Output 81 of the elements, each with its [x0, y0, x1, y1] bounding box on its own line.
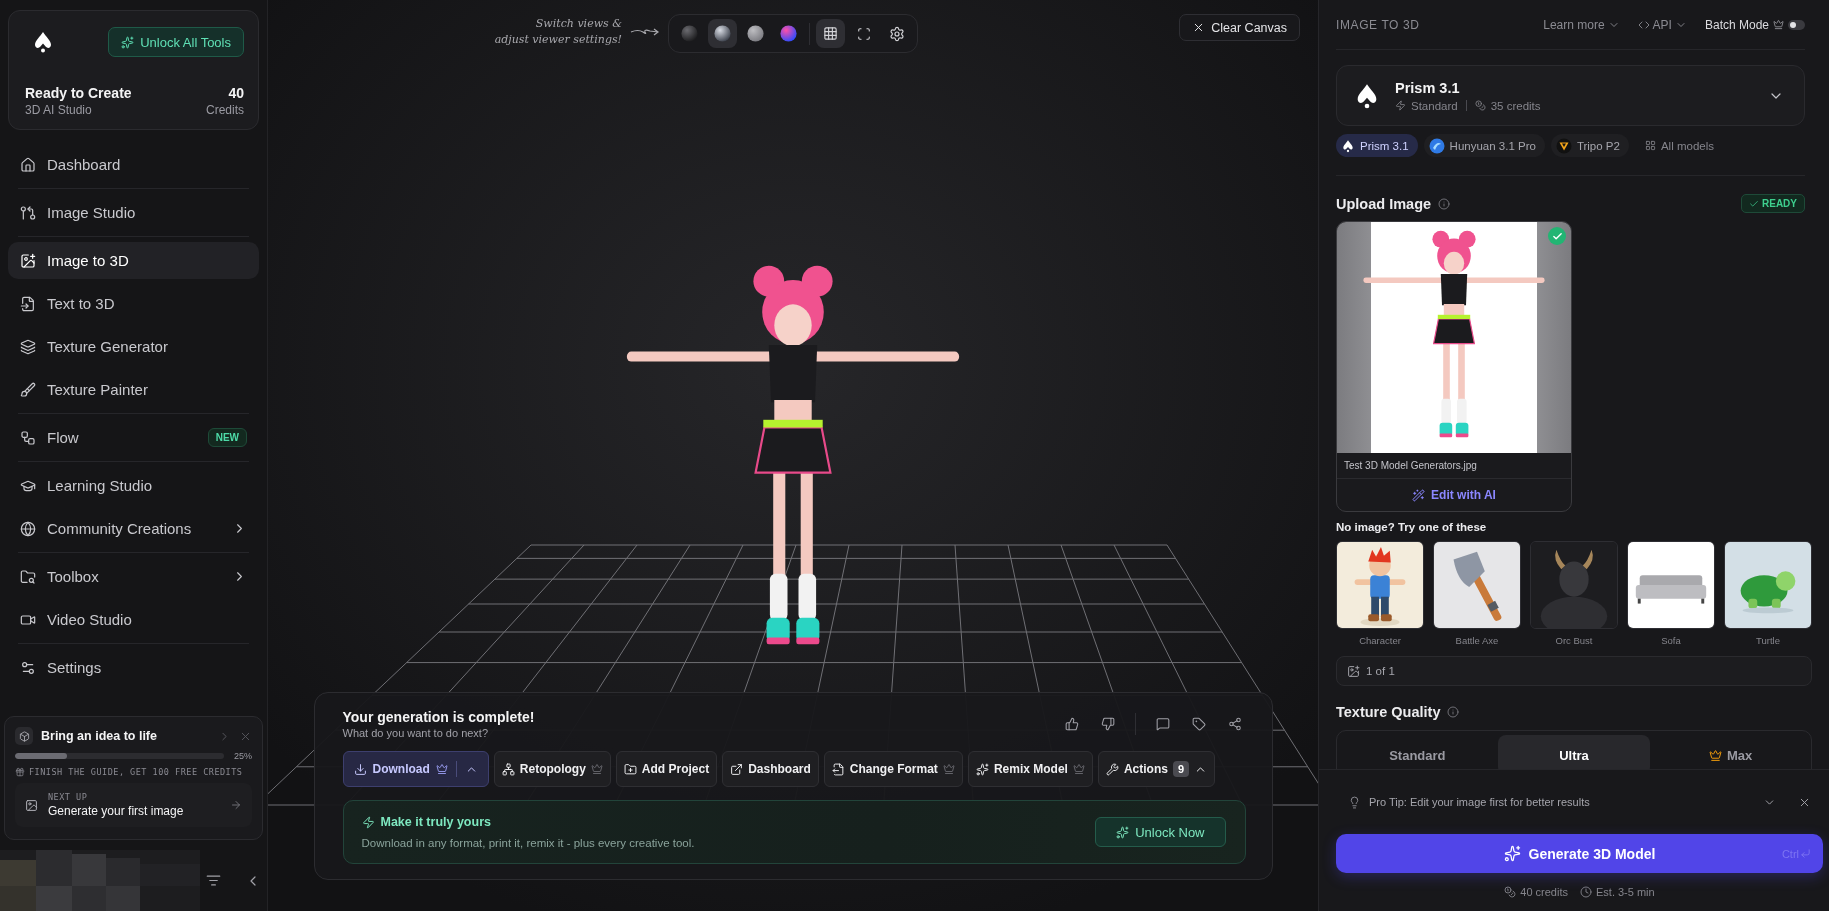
cost-text: 40 credits: [1520, 886, 1568, 898]
texture-quality-title: Texture Quality: [1336, 704, 1441, 720]
upload-title: Upload Image: [1336, 195, 1432, 212]
nav-item[interactable]: Community Creations: [8, 510, 259, 547]
nav-label: Text to 3D: [47, 295, 116, 312]
sample-label: Battle Axe: [1455, 635, 1499, 646]
count-badge: 9: [1172, 761, 1190, 777]
next-label: NEXT UP: [48, 792, 88, 802]
file-name: Test 3D Model Generators.jpg: [1337, 453, 1571, 479]
action-button[interactable]: Actions 9: [1097, 751, 1216, 787]
learn-more-link[interactable]: Learn more: [1543, 17, 1620, 32]
api-link[interactable]: API: [1637, 17, 1687, 32]
result-subtitle: What do you want to do next?: [342, 727, 489, 739]
nav-label: Texture Painter: [47, 381, 149, 398]
action-button[interactable]: Dashboard: [722, 751, 819, 787]
nav-label: Image Studio: [47, 204, 137, 221]
nav-label: Dashboard: [47, 156, 122, 173]
progress-percent: 25%: [234, 751, 252, 761]
nav-label: Texture Generator: [47, 338, 169, 355]
pro-tip: Pro Tip: Edit your image first for better results: [1369, 796, 1591, 808]
nav-label: Image to 3D: [47, 252, 130, 269]
batch-mode-label: Batch Mode: [1704, 17, 1769, 32]
viewer-hint: Switch views & adjust viewer settings!: [494, 16, 622, 48]
nav-item[interactable]: Dashboard: [8, 146, 259, 183]
nav-label: Community Creations: [47, 520, 193, 537]
next-title: Generate your first image: [48, 804, 184, 818]
nav-item[interactable]: Texture Painter: [8, 371, 259, 408]
nav-item[interactable]: Toolbox: [8, 558, 259, 595]
edit-with-ai-button[interactable]: Edit with AI: [1337, 479, 1571, 511]
model-selector[interactable]: Prism 3.1 Standard 35 credits: [1336, 65, 1805, 126]
action-button[interactable]: Remix Model: [967, 751, 1093, 787]
quality-option[interactable]: Max: [1654, 735, 1807, 769]
guide-title: Bring an idea to life: [41, 729, 158, 743]
brand-subtitle: 3D AI Studio: [25, 103, 92, 117]
sample-label: Turtle: [1756, 635, 1780, 646]
nav-item[interactable]: Image Studio: [8, 194, 259, 231]
model-name: Prism 3.1: [1395, 79, 1460, 96]
tier-label: Standard: [1411, 99, 1458, 112]
all-models-button[interactable]: All models: [1638, 138, 1720, 153]
promo-title: Make it truly yours: [361, 815, 491, 829]
ready-badge: READY: [1741, 194, 1805, 213]
samples-title: No image? Try one of these: [1336, 521, 1488, 533]
credits-label: Credits: [206, 103, 244, 117]
guide-note: FINISH THE GUIDE, GET 100 FREE CREDITS: [29, 767, 243, 777]
brand-title: Ready to Create: [25, 85, 132, 101]
unlock-now-button[interactable]: Unlock Now: [1095, 817, 1226, 847]
new-badge: NEW: [207, 428, 247, 447]
quality-option[interactable]: Standard: [1341, 735, 1494, 769]
estimate-text: Est. 3-5 min: [1596, 886, 1655, 898]
nav-item[interactable]: Learning Studio: [8, 467, 259, 504]
action-button[interactable]: Add Project: [615, 751, 718, 787]
nav-item[interactable]: Texture Generator: [8, 328, 259, 365]
clear-canvas-button[interactable]: Clear Canvas: [1179, 14, 1300, 41]
sample-label: Sofa: [1661, 635, 1681, 646]
nav-item[interactable]: Text to 3D: [8, 285, 259, 322]
quality-option[interactable]: Ultra: [1497, 735, 1651, 769]
promo-text: Download in any format, print it, remix it - plus every creative tool.: [361, 837, 695, 849]
action-button[interactable]: Change Format: [823, 751, 963, 787]
nav-label: Toolbox: [47, 568, 100, 585]
model-credits: 35 credits: [1490, 99, 1541, 112]
action-button[interactable]: Download: [342, 751, 489, 787]
nav-item[interactable]: Video Studio: [8, 601, 259, 638]
next-step-card[interactable]: NEXT UP Generate your first image: [15, 783, 252, 827]
credits-count: 40: [228, 85, 244, 101]
sample-label: Character: [1359, 635, 1401, 646]
nav-label: Flow: [47, 429, 80, 446]
model-chip[interactable]: Hunyuan 3.1 Pro: [1423, 134, 1545, 157]
action-button[interactable]: Retopology: [493, 751, 611, 787]
counter-text: 1 of 1: [1366, 665, 1395, 677]
nav-label: Learning Studio: [47, 477, 154, 494]
nav-item[interactable]: Settings: [8, 649, 259, 686]
nav-item[interactable]: Flow NEW: [8, 419, 259, 456]
result-title: Your generation is complete!: [342, 709, 535, 725]
model-chip[interactable]: Tripo P2: [1550, 134, 1629, 157]
model-chip[interactable]: Prism 3.1: [1336, 134, 1418, 157]
nav-label: Video Studio: [47, 611, 133, 628]
nav-item[interactable]: Image to 3D: [8, 242, 259, 279]
panel-title: IMAGE TO 3D: [1336, 17, 1420, 32]
sample-label: Orc Bust: [1555, 635, 1593, 646]
nav-label: Settings: [47, 659, 103, 676]
unlock-button[interactable]: Unlock All Tools: [108, 27, 244, 57]
